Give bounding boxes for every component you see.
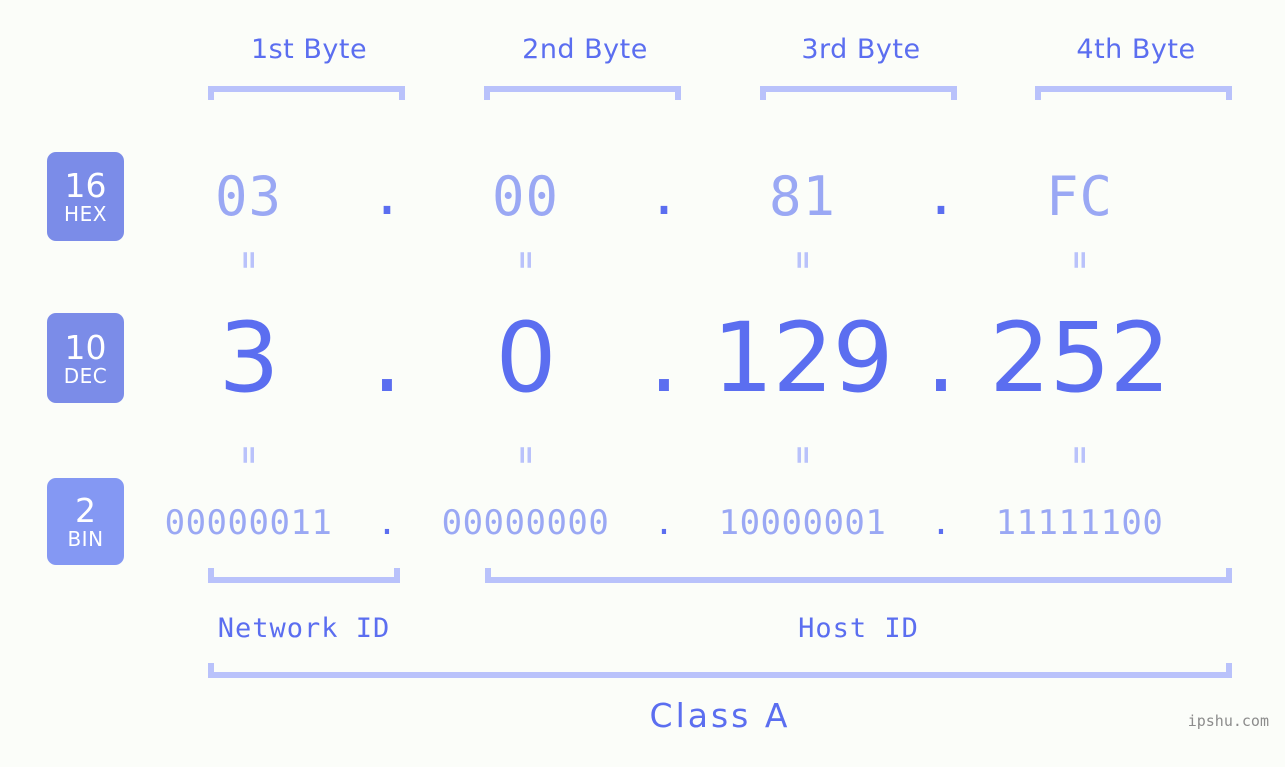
network-id-label: Network ID [217,613,391,644]
equals-row-dec-bin: = = = = [150,440,1260,470]
equals-mark-1-3: = [785,250,821,270]
byte-bracket-4 [1035,86,1232,100]
dec-separator-1: . [371,301,403,414]
equals-mark-2-2: = [508,445,544,465]
byte-header-2: 2nd Byte [522,34,648,65]
hex-byte-3: 81 [768,164,837,228]
equals-mark-2-3: = [785,445,821,465]
base-badge-dec: 10 DEC [47,313,124,403]
hex-separator-3: . [924,164,958,228]
base-badge-hex-name: HEX [64,202,107,226]
base-badge-dec-number: 10 [64,327,107,367]
byte-bracket-2 [484,86,681,100]
hex-value-row: 03 . 00 . 81 . FC [150,150,1260,242]
dec-byte-1: 3 [218,302,279,414]
base-badge-bin: 2 BIN [47,478,124,565]
equals-mark-2-4: = [1062,445,1098,465]
dec-byte-2: 0 [495,302,556,414]
hex-separator-2: . [647,164,681,228]
site-watermark: ipshu.com [1187,712,1269,730]
bin-value-row: 00000011 . 00000000 . 10000001 . 1111110… [150,495,1260,551]
byte-header-4: 4th Byte [1076,34,1196,65]
bin-byte-2: 00000000 [441,503,610,543]
dec-byte-4: 252 [989,302,1170,414]
equals-mark-1-4: = [1062,250,1098,270]
equals-mark-1-1: = [231,250,267,270]
equals-row-hex-dec: = = = = [150,245,1260,275]
byte-bracket-1 [208,86,405,100]
bin-byte-3: 10000001 [718,503,887,543]
base-badge-hex-number: 16 [64,166,107,205]
hex-separator-1: . [370,164,404,228]
base-badge-bin-name: BIN [67,527,104,551]
bin-separator-2: . [653,502,675,543]
class-label: Class A [649,696,791,735]
bin-separator-3: . [930,502,952,543]
base-badge-dec-name: DEC [63,363,108,388]
hex-byte-1: 03 [214,164,283,228]
host-id-bracket [485,568,1232,583]
byte-header-3: 3rd Byte [801,34,921,65]
dec-value-row: 3 . 0 . 129 . 252 [150,300,1260,416]
equals-mark-2-1: = [231,445,267,465]
equals-mark-1-2: = [508,250,544,270]
dec-byte-3: 129 [712,302,893,414]
byte-header-1: 1st Byte [250,34,368,65]
dec-separator-3: . [925,301,957,414]
hex-byte-4: FC [1045,164,1114,228]
base-badge-hex: 16 HEX [47,152,124,241]
bin-byte-4: 11111100 [995,503,1164,543]
dec-separator-2: . [648,301,680,414]
bin-byte-1: 00000011 [164,503,333,543]
byte-bracket-3 [760,86,957,100]
host-id-label: Host ID [798,613,919,644]
base-badge-bin-number: 2 [75,491,96,530]
hex-byte-2: 00 [491,164,560,228]
bin-separator-1: . [376,502,398,543]
class-bracket [208,663,1232,678]
ip-breakdown-diagram: 1st Byte 2nd Byte 3rd Byte 4th Byte 16 H… [0,0,1285,767]
network-id-bracket [208,568,400,583]
